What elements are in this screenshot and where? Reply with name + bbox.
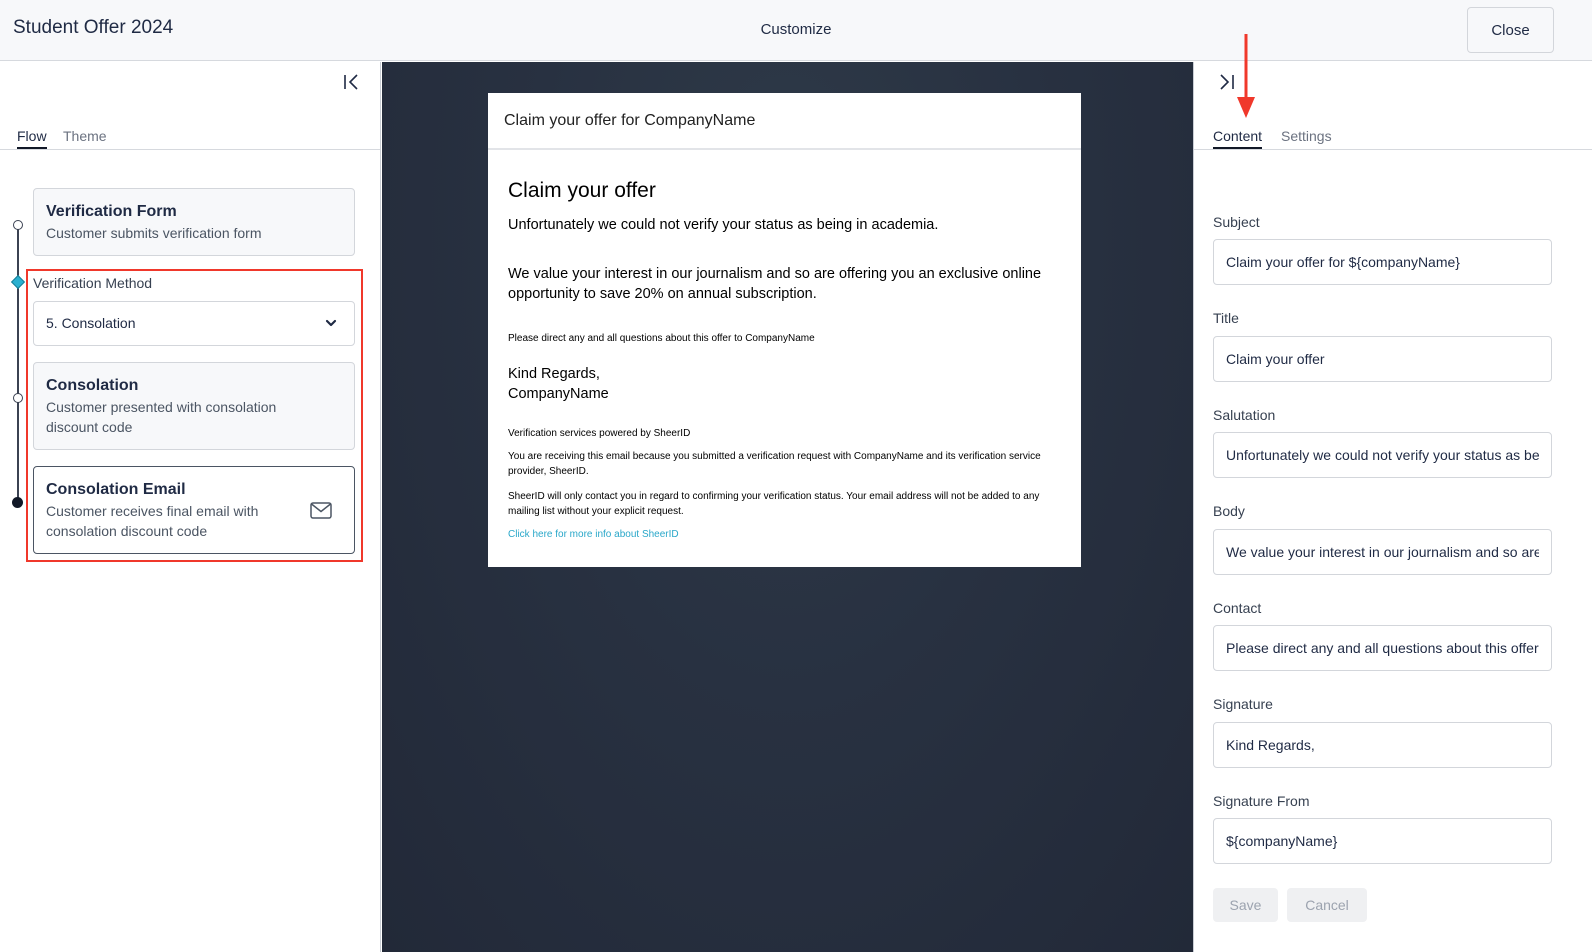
left-tabs: Flow Theme [0, 126, 380, 150]
email-preview: Claim your offer for CompanyName Claim y… [488, 93, 1081, 567]
email-body-text: We value your interest in our journalism… [508, 266, 1042, 302]
email-signature: Kind Regards, CompanyName [508, 364, 1061, 404]
signature-from-label: Signature From [1213, 793, 1310, 809]
step-description: Customer receives final email with conso… [46, 503, 259, 539]
step-description: Customer presented with consolation disc… [46, 399, 277, 435]
email-contact: Please direct any and all questions abou… [508, 333, 815, 344]
title-input[interactable] [1213, 336, 1552, 382]
right-tabs: Content Settings [1194, 126, 1592, 150]
email-signature-line: Kind Regards, [508, 366, 600, 382]
timeline-node [13, 220, 23, 230]
salutation-label: Salutation [1213, 407, 1276, 423]
email-signature-from: CompanyName [508, 386, 609, 402]
email-body: Claim your offer Unfortunately we could … [488, 179, 1081, 542]
step-card-verification-form[interactable]: Verification Form Customer submits verif… [33, 188, 355, 256]
body-input[interactable] [1213, 529, 1552, 575]
step-title: Verification Form [46, 203, 177, 220]
title-label: Title [1213, 310, 1239, 326]
email-preview-area: Claim your offer for CompanyName Claim y… [382, 62, 1193, 952]
verification-method-label: Verification Method [33, 275, 153, 291]
step-description: Customer submits verification form [46, 225, 262, 241]
subject-input[interactable] [1213, 239, 1552, 285]
subject-label: Subject [1213, 214, 1260, 230]
contact-label: Contact [1213, 600, 1262, 616]
flow-timeline-line [17, 225, 19, 502]
sheerid-info-link[interactable]: Click here for more info about SheerID [508, 529, 679, 540]
tab-content[interactable]: Content [1213, 128, 1263, 149]
step-title: Consolation Email [46, 481, 186, 498]
body-label: Body [1213, 503, 1245, 519]
verification-method-select[interactable]: 5. Consolation [33, 301, 355, 346]
signature-from-input[interactable] [1213, 818, 1552, 864]
page-title: Student Offer 2024 [13, 17, 174, 38]
collapse-right-icon[interactable] [1214, 70, 1238, 94]
chevron-down-icon [325, 319, 337, 327]
cancel-button[interactable]: Cancel [1287, 888, 1367, 922]
email-salutation: Unfortunately we could not verify your s… [508, 217, 939, 233]
contact-input[interactable] [1213, 625, 1552, 671]
mail-icon [310, 502, 332, 519]
tab-settings[interactable]: Settings [1281, 128, 1332, 147]
tab-theme[interactable]: Theme [63, 128, 107, 147]
email-powered-by: Verification services powered by SheerID [508, 428, 691, 439]
customize-title: Customize [760, 21, 832, 38]
top-bar: Student Offer 2024 Customize Close [0, 0, 1592, 61]
signature-input[interactable] [1213, 722, 1552, 768]
email-notice: You are receiving this email because you… [508, 451, 1041, 477]
verification-method-value: 5. Consolation [46, 315, 136, 331]
timeline-end-node [12, 497, 23, 508]
salutation-input[interactable] [1213, 432, 1552, 478]
timeline-node [13, 393, 23, 403]
email-notice: SheerID will only contact you in regard … [508, 491, 1040, 517]
tab-flow[interactable]: Flow [17, 128, 47, 149]
step-card-consolation[interactable]: Consolation Customer presented with cons… [33, 362, 355, 450]
step-title: Consolation [46, 377, 139, 394]
signature-label: Signature [1213, 696, 1273, 712]
email-title: Claim your offer [508, 179, 656, 202]
email-subject: Claim your offer for CompanyName [488, 93, 1081, 150]
step-card-consolation-email[interactable]: Consolation Email Customer receives fina… [33, 466, 355, 554]
save-button[interactable]: Save [1213, 888, 1278, 922]
content-panel: Content Settings Subject Title Salutatio… [1193, 34, 1592, 952]
collapse-left-icon[interactable] [340, 70, 364, 94]
close-button[interactable]: Close [1467, 7, 1554, 53]
